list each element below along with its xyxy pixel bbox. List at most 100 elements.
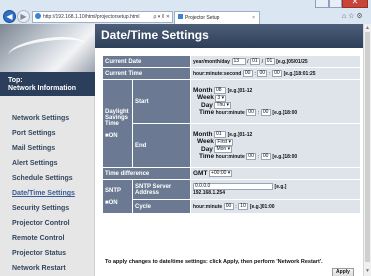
sidebar-item-date-time-settings[interactable]: Date/Time Settings	[12, 190, 75, 197]
tab-close-icon[interactable]: ×	[252, 12, 255, 24]
date-day-input[interactable]: 01	[264, 58, 275, 65]
end-month-input[interactable]: 01	[214, 131, 227, 139]
settings-table: Current Date year/month/day 13 / 01 / 01…	[102, 55, 361, 214]
sidebar-item-mail-settings[interactable]: Mail Settings	[12, 145, 55, 152]
end-week-label: Week	[197, 138, 214, 146]
start-time-hint: [e.g.]18:00	[272, 109, 298, 116]
sidebar-item-projector-status[interactable]: Projector Status	[12, 250, 66, 257]
start-month-input[interactable]: 08	[214, 87, 227, 95]
browser-navbar: ◀ ▶ http://192.168.1.10/html/projectorse…	[0, 9, 371, 24]
sidebar-item-schedule-settings[interactable]: Schedule Settings	[12, 175, 73, 182]
start-hour-input[interactable]: 00	[246, 108, 257, 116]
tab-favicon-icon	[178, 14, 183, 19]
end-hour-input[interactable]: 00	[246, 152, 257, 160]
minimize-button[interactable]	[315, 0, 329, 8]
time-difference-label: Time difference	[102, 167, 191, 180]
forward-arrow-icon: ▶	[20, 12, 27, 21]
end-minute-input[interactable]: 00	[260, 152, 271, 160]
cycle-value: hour:minute 00 : 10 [e.g.]01:00	[190, 199, 361, 214]
sntp-checkbox[interactable]: ■ON	[105, 200, 130, 206]
time-example: [e.g.]18:01:25	[283, 70, 316, 77]
sidebar-top-title: Network Information	[8, 85, 77, 92]
start-day-select[interactable]: Thu	[214, 101, 231, 109]
end-day-label: Day	[201, 145, 213, 153]
date-example: [e.g.]05/01/25	[276, 58, 308, 65]
cycle-minute-input[interactable]: 10	[238, 203, 249, 210]
sntp-label: SNTP	[105, 187, 122, 194]
close-icon: ✕	[351, 0, 359, 6]
sntp-server-hint: [e.g.]	[274, 183, 287, 190]
time-hour-input[interactable]: 00	[242, 70, 253, 77]
toolbar-icons[interactable]: ⌂ ☆ ⚙	[342, 12, 363, 20]
sidebar-item-alert-settings[interactable]: Alert Settings	[12, 160, 58, 167]
sntp-server-input[interactable]: 0.0.0.0	[193, 183, 273, 190]
end-time-label: Time	[199, 152, 215, 160]
tab-projector-setup[interactable]: Projector Setup ×	[174, 11, 260, 24]
dst-cell: Daylight Savings Time ■ON	[102, 79, 133, 168]
dst-start-label: Start	[132, 79, 191, 124]
sntp-state: ON	[108, 199, 118, 206]
apply-button[interactable]: Apply	[332, 268, 354, 276]
sidebar-item-security-settings[interactable]: Security Settings	[12, 205, 69, 212]
scrollbar-thumb[interactable]	[365, 32, 370, 262]
start-month-label: Month	[193, 87, 213, 95]
scrollbar[interactable]: ▲ ▼	[363, 24, 371, 276]
cycle-hint: [e.g.]01:00	[249, 203, 275, 210]
time-difference-value: GMT +00:00	[190, 167, 361, 180]
end-time-hint: [e.g.]18:00	[272, 153, 298, 160]
cycle-label: Cycle	[132, 199, 191, 214]
end-day-select[interactable]: Mon	[214, 145, 233, 153]
back-arrow-icon: ◀	[6, 12, 13, 21]
maximize-button[interactable]	[329, 0, 342, 8]
apply-note: To apply changes to date/time settings: …	[105, 259, 323, 265]
time-second-input[interactable]: 00	[272, 70, 283, 77]
sntp-server-label: SNTP Server Address	[132, 179, 191, 200]
logo-swoosh	[6, 32, 88, 68]
close-window-button[interactable]: ✕	[342, 0, 368, 8]
sntp-server-value: 0.0.0.0 [e.g.] 192.168.1.254	[190, 179, 361, 200]
start-time-label: Time	[199, 108, 215, 116]
cycle-hour-input[interactable]: 00	[223, 203, 234, 210]
logo-banner	[0, 24, 95, 72]
start-week-select[interactable]: 3	[215, 94, 227, 102]
dst-checkbox[interactable]: ■ON	[105, 133, 130, 139]
date-month-input[interactable]: 01	[250, 58, 261, 65]
page-icon	[35, 13, 41, 19]
sntp-server-example: 192.168.1.254	[193, 190, 225, 196]
address-text: http://192.168.1.10/html/projectorsetup.…	[43, 14, 140, 20]
sntp-cell: SNTP ■ON	[102, 179, 133, 214]
gmt-select[interactable]: +00:00	[208, 170, 233, 178]
end-week-select[interactable]: First	[215, 138, 234, 146]
current-time-value: hour:minute:second 00 : 00 : 00 [e.g.]18…	[190, 67, 361, 80]
address-bar[interactable]: http://192.168.1.10/html/projectorsetup.…	[32, 11, 173, 23]
scroll-down-icon[interactable]: ▼	[365, 268, 370, 274]
start-month-hint: [e.g.]01-12	[227, 88, 253, 95]
scroll-up-icon[interactable]: ▲	[365, 25, 370, 31]
sidebar-item-port-settings[interactable]: Port Settings	[12, 130, 56, 137]
time-minute-input[interactable]: 00	[257, 70, 268, 77]
sidebar-item-network-restart[interactable]: Network Restart	[12, 265, 66, 272]
back-button[interactable]: ◀	[3, 10, 16, 23]
dst-end-value: Month 01 [e.g.]01-12 Week First Day Mon …	[190, 123, 361, 168]
current-date-label: Current Date	[102, 55, 191, 68]
date-format-label: year/month/day	[193, 58, 230, 65]
page-title: Date/Time Settings	[95, 24, 363, 48]
window-titlebar: ✕	[0, 0, 371, 9]
start-minute-input[interactable]: 00	[260, 108, 271, 116]
sidebar-item-remote-control[interactable]: Remote Control	[12, 235, 65, 242]
page-content: Top: Network Information Network Setting…	[0, 24, 371, 276]
forward-button[interactable]: ▶	[17, 10, 30, 23]
current-date-value: year/month/day 13 / 01 / 01 [e.g.]05/01/…	[190, 55, 361, 68]
gmt-label: GMT	[193, 169, 208, 177]
sidebar-top-network-information[interactable]: Top: Network Information	[0, 72, 95, 96]
current-time-label: Current Time	[102, 67, 191, 80]
dst-end-label: End	[132, 123, 191, 168]
main-panel: Date/Time Settings Current Date year/mon…	[95, 24, 371, 276]
browser-window: ✕ ◀ ▶ http://192.168.1.10/html/projector…	[0, 0, 371, 276]
start-time-format: hour:minute	[215, 109, 245, 116]
sidebar-item-projector-control[interactable]: Projector Control	[12, 220, 70, 227]
start-day-label: Day	[201, 101, 213, 109]
sidebar-item-network-settings[interactable]: Network Settings	[12, 115, 69, 122]
date-year-input[interactable]: 13	[231, 58, 246, 65]
address-controls-icon[interactable]: ρ ▾ ¢ ✕	[154, 12, 171, 22]
